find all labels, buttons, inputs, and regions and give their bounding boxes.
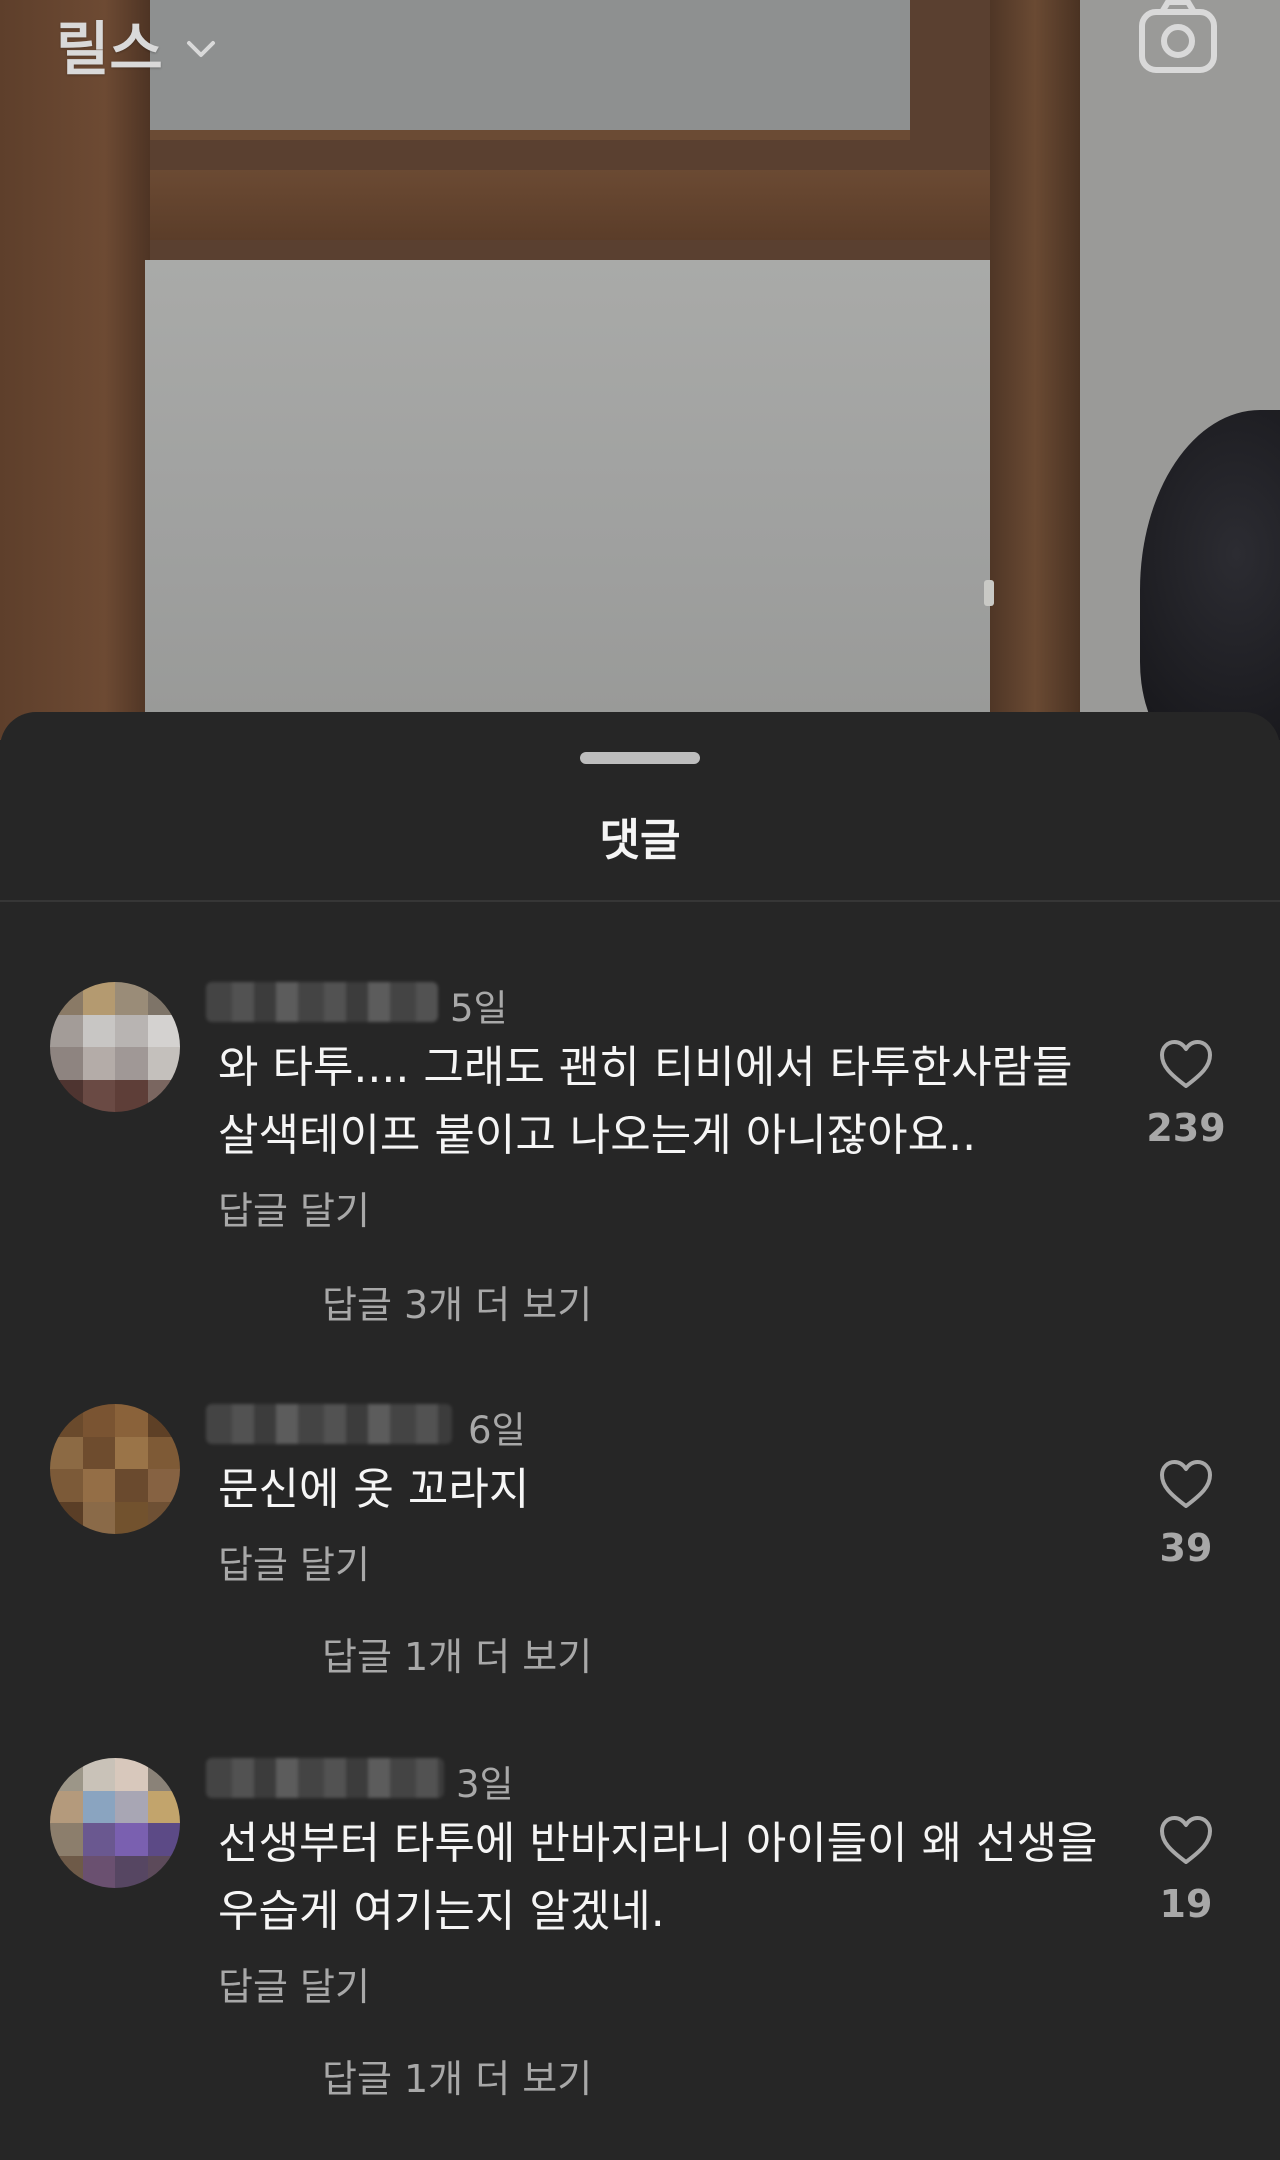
username-blurred[interactable] bbox=[206, 1758, 444, 1798]
video-frame-rail bbox=[0, 170, 1030, 240]
video-frame-right bbox=[990, 0, 1080, 740]
comment-text: 와 타투.... 그래도 괜히 티비에서 타투한사람들 살색테이프 붙이고 나오… bbox=[218, 1042, 1073, 1161]
like-count: 19 bbox=[1159, 1882, 1213, 1926]
comment-timestamp: 6일 bbox=[468, 1409, 526, 1452]
reel-video[interactable] bbox=[0, 0, 1280, 740]
chevron-down-icon bbox=[186, 41, 215, 57]
camera-icon[interactable] bbox=[1136, 0, 1220, 80]
reels-title: 릴스 bbox=[56, 15, 163, 83]
view-more-replies-button[interactable]: 답글 1개 더 보기 bbox=[322, 1626, 592, 1681]
comment-text: 문신에 옷 꼬라지 bbox=[218, 1464, 530, 1515]
avatar[interactable] bbox=[50, 1758, 180, 1888]
like-count: 39 bbox=[1159, 1526, 1213, 1570]
username-blurred[interactable] bbox=[206, 1404, 452, 1444]
video-window-glass bbox=[145, 260, 995, 740]
reply-button[interactable]: 답글 달기 bbox=[218, 1534, 370, 1589]
comment-text: 선생부터 타투에 반바지라니 아이들이 왜 선생을 우습게 여기는지 알겠네. bbox=[218, 1818, 1098, 1937]
username-blurred[interactable] bbox=[206, 982, 438, 1022]
reply-button[interactable]: 답글 달기 bbox=[218, 1956, 370, 2011]
sheet-drag-handle[interactable] bbox=[580, 752, 700, 764]
divider bbox=[0, 900, 1280, 902]
heart-outline-icon[interactable] bbox=[1158, 1458, 1214, 1510]
reels-title-dropdown[interactable]: 릴스 bbox=[56, 2, 221, 86]
like-count: 239 bbox=[1146, 1106, 1226, 1150]
reply-button[interactable]: 답글 달기 bbox=[218, 1180, 370, 1235]
view-more-replies-button[interactable]: 답글 1개 더 보기 bbox=[322, 2048, 592, 2103]
avatar[interactable] bbox=[50, 1404, 180, 1534]
comments-sheet: 댓글 5일 와 타투.... 그래도 괜히 티비에서 타투한사람들 살색테이프 … bbox=[0, 712, 1280, 2160]
avatar[interactable] bbox=[50, 982, 180, 1112]
sheet-title: 댓글 bbox=[599, 815, 681, 866]
view-more-replies-button[interactable]: 답글 3개 더 보기 bbox=[322, 1274, 592, 1329]
heart-outline-icon[interactable] bbox=[1158, 1814, 1214, 1866]
heart-outline-icon[interactable] bbox=[1158, 1038, 1214, 1090]
comment-timestamp: 3일 bbox=[456, 1763, 514, 1806]
video-frame-left bbox=[0, 0, 150, 740]
comment-timestamp: 5일 bbox=[450, 987, 508, 1030]
video-window-handle bbox=[984, 580, 994, 606]
